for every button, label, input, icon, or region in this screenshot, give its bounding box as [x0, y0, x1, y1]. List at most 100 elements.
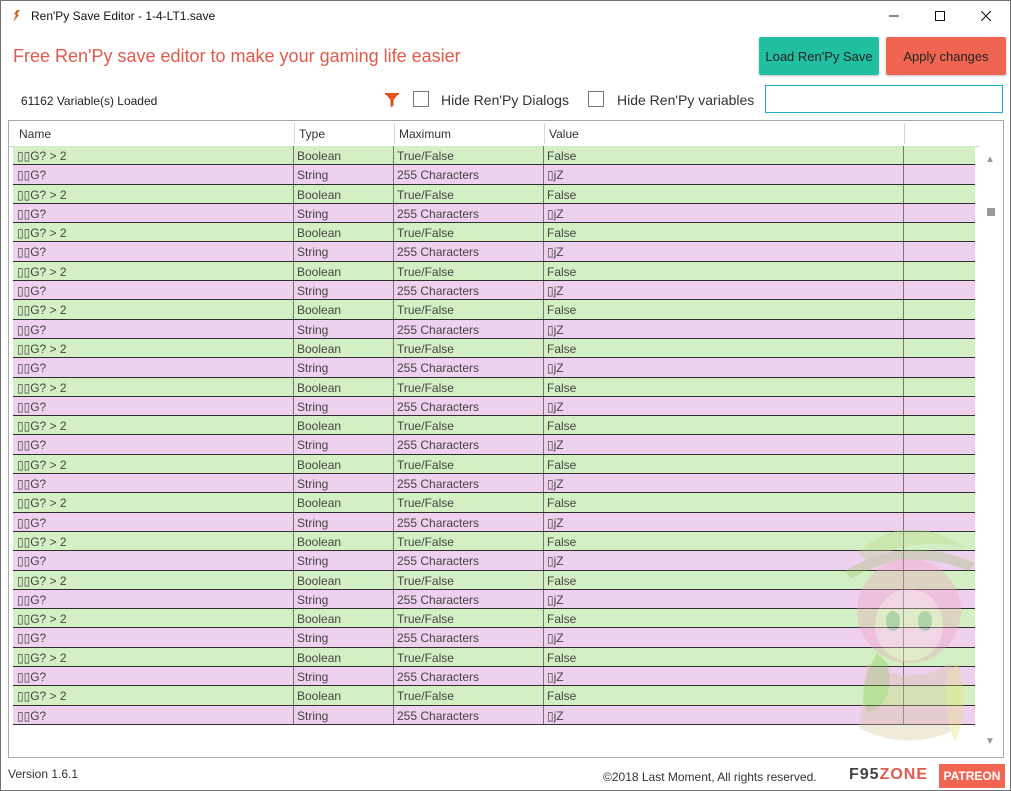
hide-dialogs-label[interactable]: Hide Ren'Py Dialogs — [441, 92, 569, 108]
cell-value[interactable]: False — [547, 651, 576, 665]
table-row[interactable]: ▯▯G? > 2 Boolean True/False False — [13, 570, 975, 590]
cell-name: ▯▯G? — [17, 168, 47, 183]
cell-type: String — [297, 245, 329, 260]
cell-value[interactable]: ▯jZ — [547, 670, 564, 684]
cell-divider — [903, 609, 904, 628]
table-row[interactable]: ▯▯G? > 2 Boolean True/False False — [13, 377, 975, 397]
table-row[interactable]: ▯▯G? String 255 Characters ▯jZ — [13, 667, 975, 687]
column-header-value[interactable]: Value — [549, 127, 579, 141]
table-row[interactable]: ▯▯G? String 255 Characters ▯jZ — [13, 165, 975, 185]
table-row[interactable]: ▯▯G? > 2 Boolean True/False False — [13, 531, 975, 552]
cell-value[interactable]: ▯jZ — [547, 323, 564, 337]
table-row[interactable]: ▯▯G? String 255 Characters ▯jZ — [13, 512, 975, 532]
table-row[interactable]: ▯▯G? String 255 Characters ▯jZ — [13, 396, 975, 417]
cell-value[interactable]: False — [547, 265, 576, 279]
table-row[interactable]: ▯▯G? > 2 Boolean True/False False — [13, 300, 975, 320]
table-row[interactable]: ▯▯G? > 2 Boolean True/False False — [13, 338, 975, 359]
cell-value[interactable]: ▯jZ — [547, 631, 564, 645]
apply-changes-button[interactable]: Apply changes — [886, 37, 1006, 75]
cell-value[interactable]: ▯jZ — [547, 361, 564, 375]
table-row[interactable]: ▯▯G? String 255 Characters ▯jZ — [13, 589, 975, 610]
filter-icon[interactable] — [384, 92, 400, 108]
cell-value[interactable]: False — [547, 419, 576, 433]
table-row[interactable]: ▯▯G? String 255 Characters ▯jZ — [13, 358, 975, 378]
table-row[interactable]: ▯▯G? > 2 Boolean True/False False — [13, 454, 975, 475]
table-row[interactable]: ▯▯G? String 255 Characters ▯jZ — [13, 435, 975, 455]
cell-value[interactable]: False — [547, 574, 576, 588]
table-row[interactable]: ▯▯G? String 255 Characters ▯jZ — [13, 474, 975, 494]
cell-divider — [393, 223, 394, 242]
cell-value[interactable]: False — [547, 381, 576, 395]
scroll-down-icon[interactable]: ▼ — [985, 736, 995, 747]
table-row[interactable]: ▯▯G? > 2 Boolean True/False False — [13, 261, 975, 282]
maximize-icon — [935, 11, 945, 21]
table-row[interactable]: ▯▯G? > 2 Boolean True/False False — [13, 686, 975, 706]
cell-type: Boolean — [297, 187, 342, 202]
table-row[interactable]: ▯▯G? String 255 Characters ▯jZ — [13, 242, 975, 262]
cell-value[interactable]: False — [547, 226, 576, 240]
cell-value[interactable]: False — [547, 149, 576, 163]
table-row[interactable]: ▯▯G? > 2 Boolean True/False False — [13, 647, 975, 668]
cell-divider — [293, 512, 294, 531]
cell-value[interactable]: ▯jZ — [547, 438, 564, 452]
table-row[interactable]: ▯▯G? String 255 Characters ▯jZ — [13, 319, 975, 339]
table-row[interactable]: ▯▯G? String 255 Characters ▯jZ — [13, 203, 975, 224]
column-divider[interactable] — [544, 123, 545, 144]
column-divider[interactable] — [904, 123, 905, 144]
cell-divider — [543, 146, 544, 165]
cell-value[interactable]: ▯jZ — [547, 709, 564, 723]
column-divider[interactable] — [294, 123, 295, 144]
title-bar[interactable]: Ren'Py Save Editor - 1-4-LT1.save — [1, 1, 1010, 31]
cell-maximum: True/False — [397, 534, 454, 549]
hide-variables-label[interactable]: Hide Ren'Py variables — [617, 92, 754, 108]
scroll-up-icon[interactable]: ▲ — [985, 154, 995, 165]
f95zone-logo[interactable]: F95ZONE — [849, 766, 928, 784]
cell-value[interactable]: ▯jZ — [547, 207, 564, 221]
table-row[interactable]: ▯▯G? String 255 Characters ▯jZ — [13, 705, 975, 725]
cell-value[interactable]: ▯jZ — [547, 284, 564, 298]
table-row[interactable]: ▯▯G? > 2 Boolean True/False False — [13, 184, 975, 204]
column-header-name[interactable]: Name — [19, 127, 51, 141]
cell-value[interactable]: ▯jZ — [547, 245, 564, 259]
cell-value[interactable]: ▯jZ — [547, 516, 564, 530]
cell-value[interactable]: ▯jZ — [547, 554, 564, 568]
table-row[interactable]: ▯▯G? String 255 Characters ▯jZ — [13, 551, 975, 571]
maximize-button[interactable] — [917, 1, 963, 31]
cell-divider — [393, 667, 394, 686]
hide-dialogs-checkbox[interactable] — [413, 91, 429, 107]
scroll-thumb[interactable] — [987, 208, 995, 216]
table-row[interactable]: ▯▯G? > 2 Boolean True/False False — [13, 223, 975, 243]
minimize-button[interactable] — [871, 1, 917, 31]
cell-value[interactable]: False — [547, 689, 576, 703]
cell-divider — [293, 493, 294, 512]
table-row[interactable]: ▯▯G? String 255 Characters ▯jZ — [13, 628, 975, 648]
cell-value[interactable]: ▯jZ — [547, 168, 564, 182]
column-divider[interactable] — [394, 123, 395, 144]
table-row[interactable]: ▯▯G? String 255 Characters ▯jZ — [13, 281, 975, 301]
cell-value[interactable]: False — [547, 303, 576, 317]
patreon-button[interactable]: PATREON — [939, 764, 1005, 788]
table-row[interactable]: ▯▯G? > 2 Boolean True/False False — [13, 609, 975, 629]
column-header-maximum[interactable]: Maximum — [399, 127, 451, 141]
cell-divider — [543, 551, 544, 570]
cell-value[interactable]: False — [547, 342, 576, 356]
table-row[interactable]: ▯▯G? > 2 Boolean True/False False — [13, 416, 975, 436]
table-row[interactable]: ▯▯G? > 2 Boolean True/False False — [13, 146, 975, 166]
cell-value[interactable]: False — [547, 535, 576, 549]
cell-divider — [293, 609, 294, 628]
vertical-scrollbar[interactable]: ▲ ▼ — [979, 146, 1003, 757]
cell-value[interactable]: False — [547, 496, 576, 510]
hide-variables-checkbox[interactable] — [588, 91, 604, 107]
cell-value[interactable]: False — [547, 612, 576, 626]
column-header-type[interactable]: Type — [299, 127, 325, 141]
cell-value[interactable]: ▯jZ — [547, 593, 564, 607]
search-input[interactable] — [765, 85, 1003, 113]
close-button[interactable] — [963, 1, 1009, 31]
load-save-button[interactable]: Load Ren'Py Save — [759, 37, 879, 75]
cell-value[interactable]: ▯jZ — [547, 477, 564, 491]
cell-value[interactable]: ▯jZ — [547, 400, 564, 414]
cell-type: Boolean — [297, 573, 342, 588]
cell-value[interactable]: False — [547, 188, 576, 202]
table-row[interactable]: ▯▯G? > 2 Boolean True/False False — [13, 493, 975, 513]
cell-value[interactable]: False — [547, 458, 576, 472]
